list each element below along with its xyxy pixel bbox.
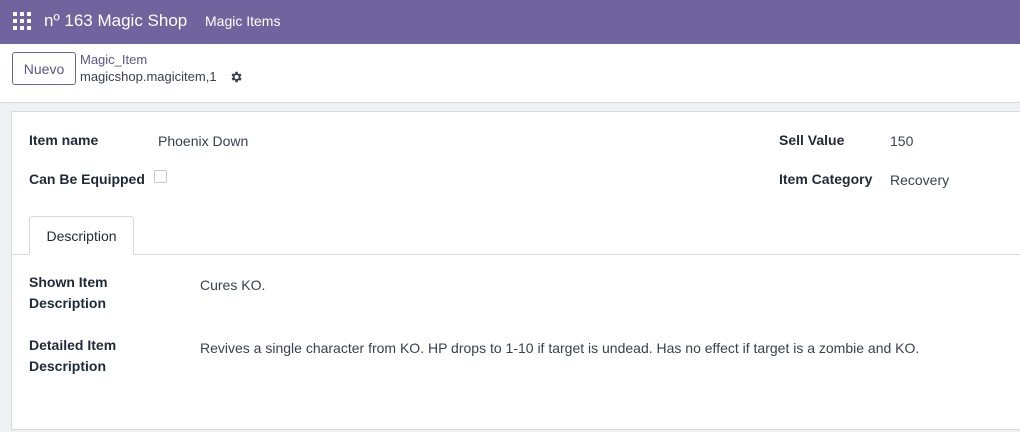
record-name: magicshop.magicitem,1 xyxy=(80,69,217,84)
detailed-description-label-line2: Description xyxy=(29,358,107,374)
top-navbar: nº 163 Magic Shop Magic Items xyxy=(0,0,1020,44)
gear-icon[interactable] xyxy=(229,70,243,84)
app-brand[interactable]: nº 163 Magic Shop xyxy=(44,11,187,31)
can-be-equipped-checkbox[interactable] xyxy=(154,170,167,183)
item-category-label: Item Category xyxy=(779,171,873,187)
detailed-description-label: Detailed Item Description xyxy=(29,335,116,377)
shown-description-label-line2: Description xyxy=(29,295,107,311)
item-name-label: Item name xyxy=(29,132,99,148)
sell-value-label: Sell Value xyxy=(779,132,845,148)
form-sheet: Item name Phoenix Down Can Be Equipped S… xyxy=(11,111,1020,430)
shown-description-field[interactable]: Cures KO. xyxy=(200,277,265,293)
new-button[interactable]: Nuevo xyxy=(12,52,76,85)
item-name-field[interactable]: Phoenix Down xyxy=(158,133,248,149)
can-be-equipped-label: Can Be Equipped xyxy=(29,171,145,187)
item-category-field[interactable]: Recovery xyxy=(890,172,949,188)
control-panel: Nuevo Magic_Item magicshop.magicitem,1 xyxy=(0,44,1020,103)
detailed-description-field[interactable]: Revives a single character from KO. HP d… xyxy=(200,340,919,356)
sell-value-field[interactable]: 150 xyxy=(890,133,913,149)
menu-item-magic-items[interactable]: Magic Items xyxy=(205,13,280,29)
shown-description-label: Shown Item Description xyxy=(29,272,108,314)
breadcrumb-magic-item[interactable]: Magic_Item xyxy=(80,52,147,67)
apps-grid-icon[interactable] xyxy=(13,12,31,30)
detailed-description-label-line1: Detailed Item xyxy=(29,337,117,353)
shown-description-label-line1: Shown Item xyxy=(29,274,108,290)
tabs-divider xyxy=(12,254,1020,255)
tab-description[interactable]: Description xyxy=(29,216,134,255)
